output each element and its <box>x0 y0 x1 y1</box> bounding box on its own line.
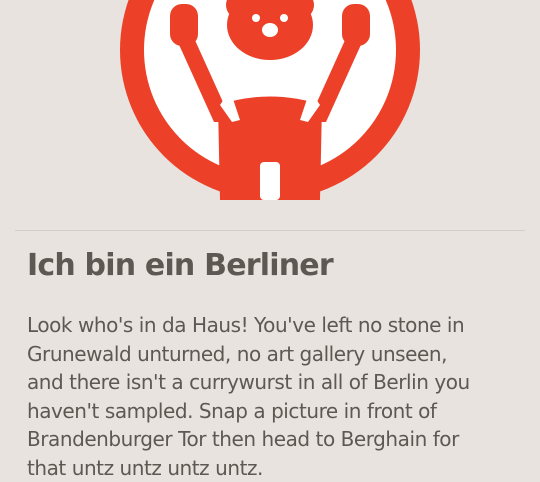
description-line: haven't sampled. Snap a picture in front… <box>27 397 537 426</box>
section-divider <box>15 230 525 231</box>
achievement-description: Look who's in da Haus! You've left no st… <box>27 311 537 482</box>
description-line: Brandenburger Tor then head to Berghain … <box>27 425 537 454</box>
berlin-bear-icon <box>120 0 420 200</box>
description-line: and there isn't a currywurst in all of B… <box>27 368 537 397</box>
achievement-badge <box>120 0 420 200</box>
achievement-title: Ich bin ein Berliner <box>27 246 527 286</box>
description-line: Grunewald unturned, no art gallery unsee… <box>27 340 537 369</box>
description-line: that untz untz untz untz. <box>27 454 537 482</box>
description-line: Look who's in da Haus! You've left no st… <box>27 311 537 340</box>
